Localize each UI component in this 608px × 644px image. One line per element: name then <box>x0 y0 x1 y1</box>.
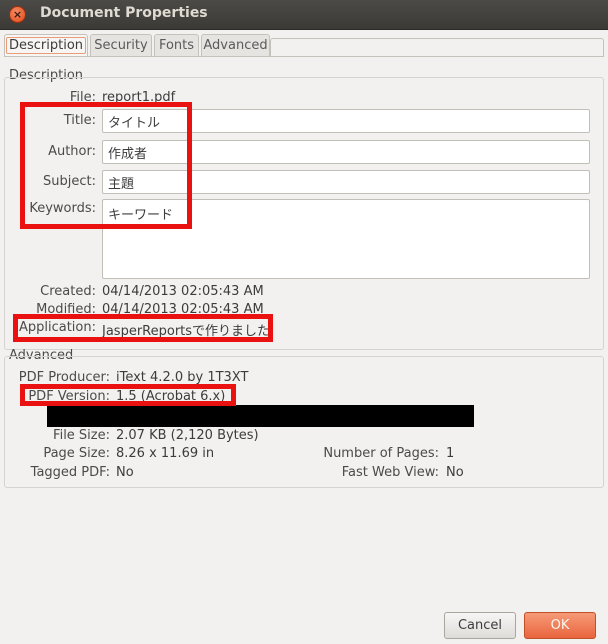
fast-web-view-label: Fast Web View: <box>341 465 439 480</box>
author-field[interactable] <box>102 140 590 164</box>
author-label: Author: <box>48 144 96 159</box>
keywords-field[interactable]: キーワード <box>102 199 590 279</box>
subject-field[interactable] <box>102 170 590 194</box>
file-value: report1.pdf <box>102 90 176 105</box>
tagged-pdf-value: No <box>116 465 134 480</box>
redaction-bar <box>47 405 474 427</box>
number-of-pages-label: Number of Pages: <box>323 446 439 461</box>
page-size-value: 8.26 x 11.69 in <box>116 446 215 461</box>
tagged-pdf-label: Tagged PDF: <box>30 465 110 480</box>
title-bar: × Document Properties <box>0 0 608 30</box>
producer-value: iText 4.2.0 by 1T3XT <box>116 370 249 385</box>
version-value: 1.5 (Acrobat 6.x) <box>116 389 226 404</box>
created-value: 04/14/2013 02:05:43 AM <box>102 284 264 299</box>
modified-value: 04/14/2013 02:05:43 AM <box>102 302 264 317</box>
keywords-label: Keywords: <box>29 201 96 216</box>
tab-description-label: Description <box>5 37 87 54</box>
tab-strip-frame <box>270 38 604 57</box>
ok-button[interactable]: OK <box>524 612 596 639</box>
tab-description[interactable]: Description <box>4 34 88 56</box>
cancel-button[interactable]: Cancel <box>444 612 516 639</box>
application-label: Application: <box>18 320 96 335</box>
tab-divider <box>4 56 604 57</box>
file-size-label: File Size: <box>53 428 110 443</box>
tab-security[interactable]: Security <box>90 34 152 56</box>
tab-fonts[interactable]: Fonts <box>154 34 199 56</box>
title-label: Title: <box>63 113 96 128</box>
producer-label: PDF Producer: <box>18 370 110 385</box>
number-of-pages-value: 1 <box>446 446 455 461</box>
modified-label: Modified: <box>36 302 96 317</box>
file-label: File: <box>69 90 96 105</box>
file-size-value: 2.07 KB (2,120 Bytes) <box>116 428 259 443</box>
page-size-label: Page Size: <box>43 446 110 461</box>
window-title: Document Properties <box>40 5 208 21</box>
application-value: JasperReportsで作りました <box>102 324 271 339</box>
close-icon[interactable]: × <box>9 6 26 23</box>
created-label: Created: <box>40 284 96 299</box>
version-label: PDF Version: <box>28 389 110 404</box>
title-field[interactable] <box>102 109 590 133</box>
fast-web-view-value: No <box>446 465 464 480</box>
subject-label: Subject: <box>43 174 96 189</box>
tab-advanced[interactable]: Advanced <box>201 34 270 56</box>
